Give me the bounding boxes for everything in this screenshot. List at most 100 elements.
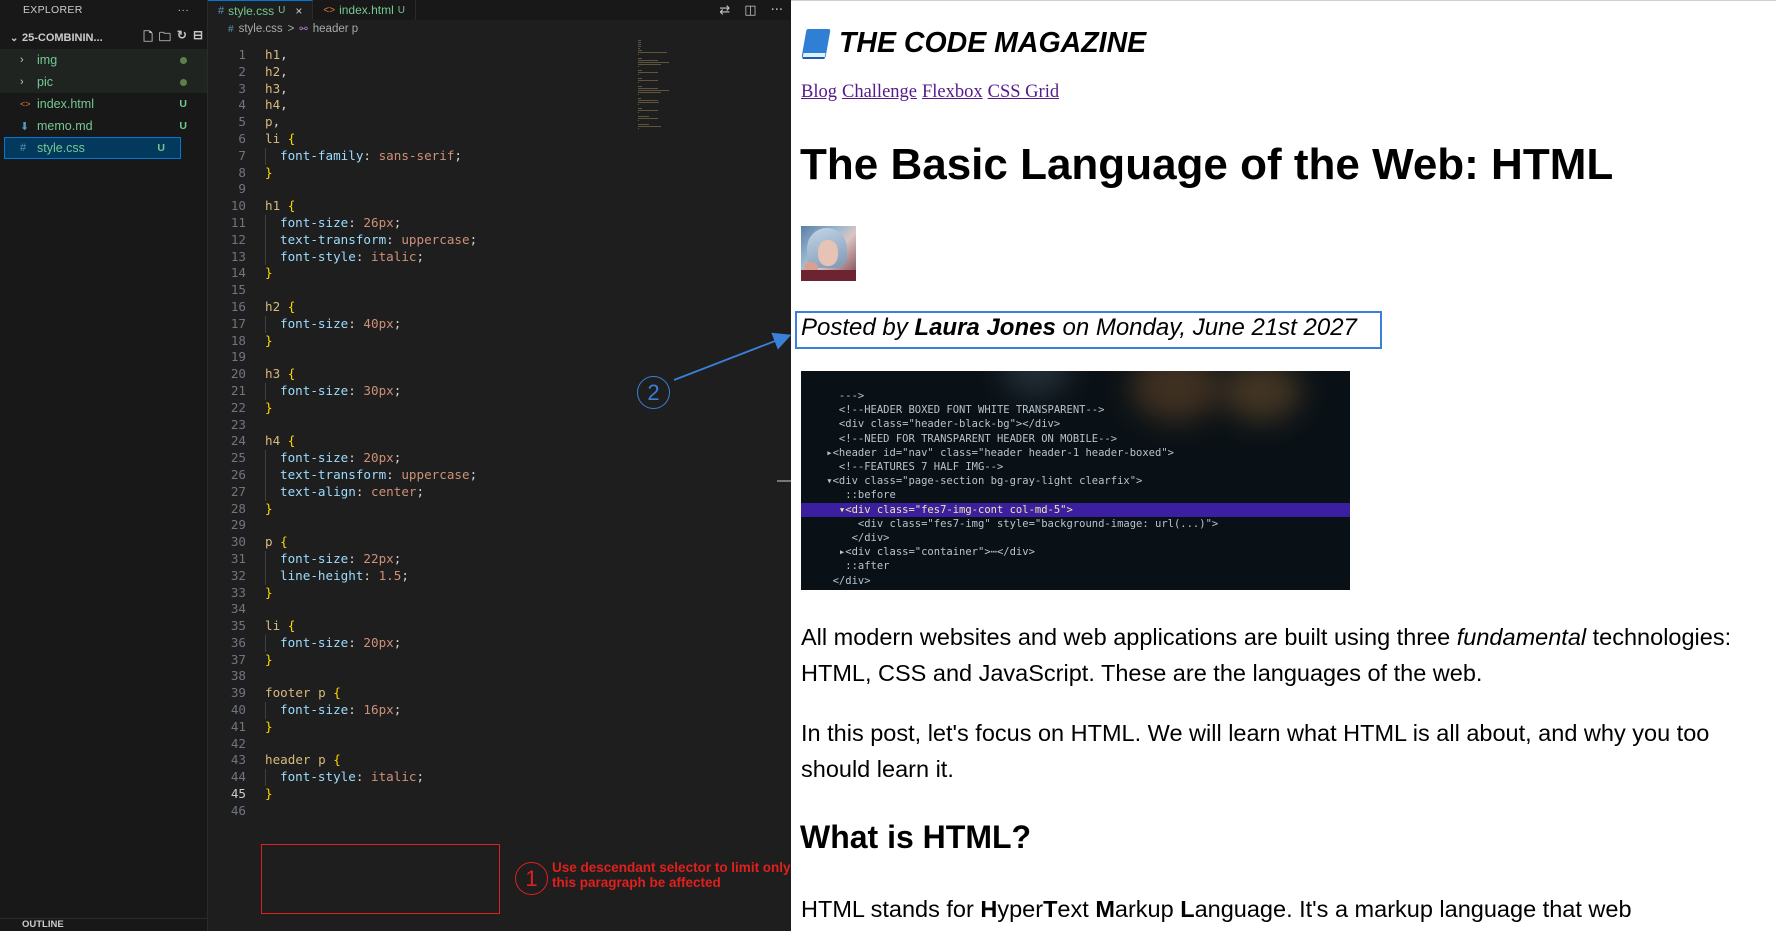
- article-title: The Basic Language of the Web: HTML: [800, 140, 1614, 189]
- code-image-line: </div>: [801, 532, 890, 544]
- code-line: 10 h1 {: [208, 198, 728, 215]
- line-number: 29: [230, 517, 246, 533]
- line-text: font-size: 40px;: [246, 315, 401, 333]
- line-number: 9: [238, 181, 246, 197]
- nav-link-css-grid[interactable]: CSS Grid: [988, 82, 1059, 103]
- tree-item-index-html[interactable]: <> index.html U: [0, 93, 207, 115]
- new-file-icon[interactable]: 🗋: [143, 28, 153, 49]
- tree-item-label: pic: [37, 75, 53, 89]
- file-tree: › img › pic <> index.html U ⬇ memo.md U # style.css…: [0, 49, 207, 159]
- code-line: 32 line-height: 1.5;: [208, 567, 728, 585]
- section-heading: What is HTML?: [800, 819, 1032, 855]
- line-number: 46: [230, 802, 246, 818]
- minimap-line: [638, 98, 642, 99]
- tree-item-img[interactable]: › img: [0, 49, 207, 71]
- line-text: footer p {: [265, 685, 341, 701]
- line-text: h2 {: [265, 298, 296, 314]
- line-text: [246, 517, 265, 534]
- nav-link-flexbox[interactable]: Flexbox: [922, 82, 983, 103]
- tree-item-pic[interactable]: › pic: [0, 71, 207, 93]
- line-text: header p {: [265, 752, 341, 768]
- line-text: [246, 417, 265, 434]
- minimap-line: [638, 48, 641, 49]
- code-line: 33}: [208, 585, 728, 602]
- line-text: h2,: [265, 63, 288, 79]
- code-line: 13 font-style: italic;: [208, 248, 728, 266]
- code-line: 39 footer p {: [208, 685, 728, 702]
- code-line: 24 h4 {: [208, 433, 728, 450]
- line-text: }: [265, 786, 273, 802]
- code-image-line: <!--FEATURES 7 HALF IMG-->: [801, 461, 1004, 473]
- breadcrumb-symbol[interactable]: header p: [313, 23, 358, 35]
- explorer-header: EXPLORER ···: [0, 0, 207, 19]
- code-line: 12 text-transform: uppercase;: [208, 231, 728, 249]
- minimap-line: [638, 46, 642, 47]
- line-number: 40: [230, 702, 246, 718]
- line-number: 21: [230, 382, 246, 398]
- git-status-badge: U: [157, 142, 165, 154]
- annotation-number-2: 2: [637, 376, 670, 409]
- annotation-text-1: Use descendant selector to limit only th…: [552, 860, 791, 890]
- symbol-icon: ⚯: [299, 23, 308, 35]
- minimap-line: [638, 126, 662, 127]
- minimap[interactable]: [638, 40, 684, 140]
- line-number: 37: [230, 651, 246, 667]
- tree-item-label: style.css: [37, 141, 85, 155]
- compare-changes-icon[interactable]: ⇄: [719, 3, 730, 18]
- minimap-line: [638, 60, 658, 61]
- minimap-line: [638, 40, 642, 41]
- line-text: [246, 736, 265, 753]
- chevron-down-icon: ⌄: [10, 32, 19, 44]
- line-text: h3,: [265, 80, 288, 96]
- minimap-line: [638, 58, 643, 59]
- new-folder-icon[interactable]: 🗀: [159, 28, 171, 49]
- line-number: 1: [238, 47, 246, 62]
- code-line: 38: [208, 668, 728, 685]
- minimap-line: [638, 86, 643, 87]
- nav-link-challenge[interactable]: Challenge: [842, 82, 917, 103]
- chevron-right-icon: ›: [20, 76, 24, 88]
- collapse-all-icon[interactable]: ⊟: [193, 28, 203, 49]
- breadcrumb-file[interactable]: style.css: [239, 23, 283, 35]
- editor-area: # style.css U × <> index.html U ⇄ ◫ ··· …: [208, 0, 791, 931]
- tree-item-style-css[interactable]: # style.css U: [4, 137, 181, 159]
- refresh-icon[interactable]: ↻: [177, 28, 187, 49]
- project-folder-row[interactable]: ⌄ 25-COMBININ... 🗋 🗀 ↻ ⊟: [0, 27, 207, 49]
- more-actions-icon[interactable]: ···: [771, 3, 783, 18]
- line-number: 11: [230, 214, 246, 230]
- focus-paragraph: In this post, let's focus on HTML. We wi…: [801, 720, 1710, 782]
- line-number: 44: [230, 769, 246, 785]
- minimap-line: [638, 64, 662, 65]
- line-number: 41: [230, 718, 246, 734]
- line-text: }: [265, 399, 273, 415]
- code-editor[interactable]: 1 h1, 2 h2, 3 h3, 4 h4, 5 p, 6 li {7 font-family: sa…: [208, 47, 728, 820]
- split-editor-icon[interactable]: ◫: [744, 3, 756, 18]
- outline-section[interactable]: OUTLINE: [0, 918, 208, 931]
- chevron-right-icon: ›: [20, 54, 24, 66]
- code-image-line: ▸<div class="container">⋯</div>: [801, 546, 1035, 559]
- code-line: 41}: [208, 719, 728, 736]
- code-image-line: ▸<header id="nav" class="header header-1…: [801, 446, 1174, 459]
- minimap-line: [638, 108, 643, 109]
- code-image-line: <!--HEADER BOXED FONT WHITE TRANSPARENT-…: [801, 404, 1105, 417]
- tree-item-memo-md[interactable]: ⬇ memo.md U: [0, 115, 207, 137]
- line-text: [246, 803, 265, 820]
- tab-style-css[interactable]: # style.css U ×: [208, 0, 314, 20]
- close-icon[interactable]: ×: [295, 4, 302, 18]
- explorer-more-button[interactable]: ···: [178, 4, 189, 16]
- line-text: [246, 601, 265, 618]
- code-line: 17 font-size: 40px;: [208, 315, 728, 333]
- minimap-line: [638, 92, 662, 93]
- line-text: h4,: [265, 97, 288, 113]
- minimap-line: [638, 42, 642, 43]
- tab-index-html[interactable]: <> index.html U: [313, 0, 417, 20]
- minimap-line: [638, 90, 669, 91]
- nav-link-blog[interactable]: Blog: [801, 82, 837, 103]
- line-number: 15: [230, 282, 246, 298]
- code-image-line: <div class="fes7-img" style="background-…: [801, 517, 1219, 530]
- line-number: 32: [230, 567, 246, 583]
- line-text: font-style: italic;: [246, 248, 424, 266]
- p3-part: arkup: [1114, 896, 1181, 922]
- p1-text-start: All modern websites and web applications…: [801, 624, 1457, 650]
- scrollbar[interactable]: [777, 480, 791, 482]
